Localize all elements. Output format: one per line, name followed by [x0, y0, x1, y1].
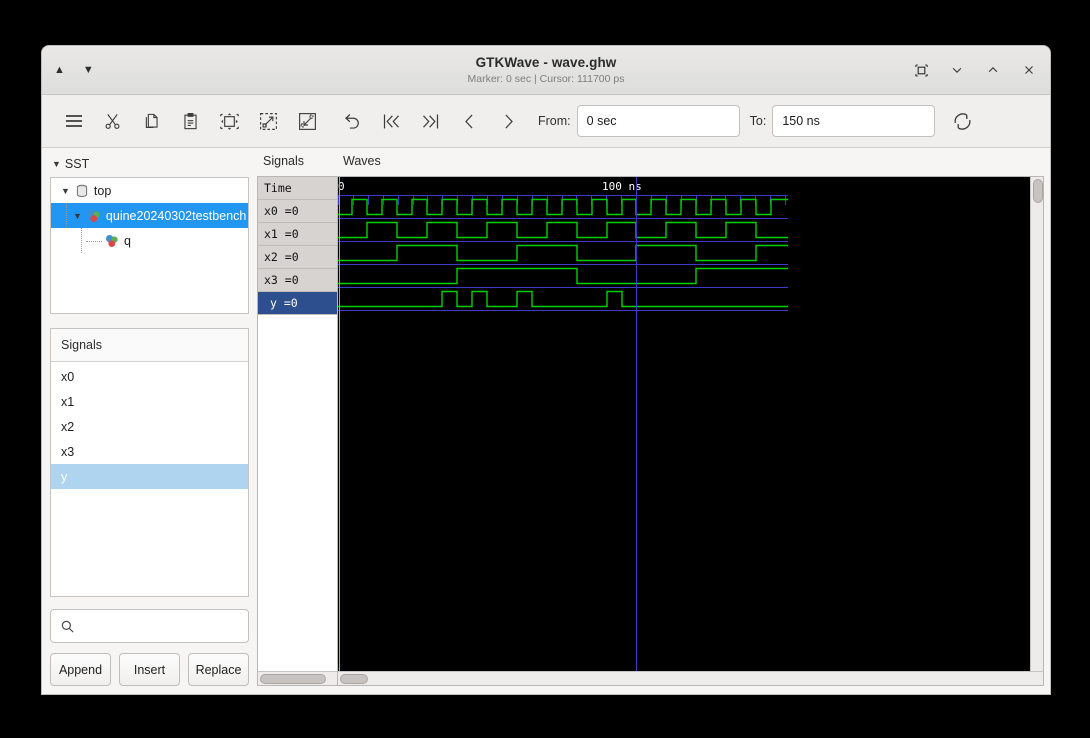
- tree-guide: [86, 240, 102, 242]
- screen-root: ▲ ▼ GTKWave - wave.ghw Marker: 0 sec | C…: [0, 0, 1090, 738]
- go-to-end-icon[interactable]: [411, 102, 450, 140]
- wave-horizontal-scrollbar[interactable]: [338, 671, 1043, 685]
- gtkwave-window: ▲ ▼ GTKWave - wave.ghw Marker: 0 sec | C…: [41, 45, 1051, 695]
- signals-list-header: Signals: [51, 329, 248, 362]
- action-buttons: Append Insert Replace: [50, 653, 249, 686]
- nav-up-icon[interactable]: ▲: [54, 64, 65, 76]
- sst-expander-icon[interactable]: ▼: [52, 159, 61, 169]
- previous-edge-icon[interactable]: [450, 102, 489, 140]
- waves-header: Waves: [343, 154, 381, 168]
- wave-canvas-column: 0 100 ns: [338, 176, 1044, 686]
- chevron-down-icon[interactable]: ▼: [61, 186, 70, 196]
- wave-names-empty-area: [258, 315, 337, 671]
- wave-row-x2[interactable]: x2 =0: [258, 246, 337, 269]
- tree-node-label: top: [93, 183, 112, 198]
- tree-node-top[interactable]: ▼ top: [51, 178, 248, 203]
- window-titlebar: ▲ ▼ GTKWave - wave.ghw Marker: 0 sec | C…: [42, 46, 1050, 95]
- signals-list-items: x0 x1 x2 x3 y: [51, 362, 248, 596]
- undo-icon[interactable]: [333, 102, 372, 140]
- wave-pane-headers: Signals Waves: [257, 154, 1044, 176]
- wave-signals-header: Signals: [263, 154, 304, 168]
- next-edge-icon[interactable]: [489, 102, 528, 140]
- insert-button[interactable]: Insert: [119, 653, 180, 686]
- tree-node-q[interactable]: q: [51, 228, 248, 253]
- instance-icon: [86, 208, 102, 224]
- sst-tree: ▼ top ▼ quine20240302testbench q: [50, 177, 249, 314]
- window-body: ▼ SST ▼ top ▼ quine20240302testbench q S…: [42, 148, 1050, 694]
- go-to-start-icon[interactable]: [372, 102, 411, 140]
- wave-pane-main: Time x0 =0 x1 =0 x2 =0 x3 =0 y =0 0 100 …: [257, 176, 1044, 686]
- tree-node-label: q: [124, 233, 131, 248]
- waveform-traces: [338, 195, 788, 311]
- list-item[interactable]: x1: [51, 389, 248, 414]
- main-toolbar: From: 0 sec To: 150 ns: [42, 95, 1050, 148]
- copy-icon[interactable]: [132, 102, 171, 140]
- tree-guide: [66, 203, 68, 228]
- window-subtitle: Marker: 0 sec | Cursor: 111700 ps: [467, 73, 625, 85]
- wave-vertical-scrollbar[interactable]: [1030, 177, 1043, 671]
- list-item[interactable]: x2: [51, 414, 248, 439]
- cursor-line[interactable]: [636, 177, 637, 671]
- to-input[interactable]: 150 ns: [772, 105, 936, 137]
- list-item-selected[interactable]: y: [51, 464, 248, 489]
- window-title: GTKWave - wave.ghw: [475, 55, 617, 70]
- maximize-icon[interactable]: [984, 61, 1002, 79]
- wave-signal-names: Time x0 =0 x1 =0 x2 =0 x3 =0 y =0: [257, 176, 338, 686]
- menu-icon[interactable]: [54, 102, 93, 140]
- wave-drawing-area[interactable]: 0 100 ns: [338, 177, 1043, 671]
- list-item[interactable]: x3: [51, 439, 248, 464]
- paste-icon[interactable]: [171, 102, 210, 140]
- module-icon: [74, 183, 90, 199]
- reload-icon[interactable]: [943, 102, 982, 140]
- chevron-down-icon[interactable]: ▼: [73, 211, 82, 221]
- zoom-in-icon[interactable]: [249, 102, 288, 140]
- from-input[interactable]: 0 sec: [576, 105, 740, 137]
- tree-node-label: quine20240302testbench: [105, 208, 247, 223]
- wave-row-x3[interactable]: x3 =0: [258, 269, 337, 292]
- instance-icon: [104, 233, 120, 249]
- cut-icon[interactable]: [93, 102, 132, 140]
- wave-name-rows: Time x0 =0 x1 =0 x2 =0 x3 =0 y =0: [258, 177, 337, 315]
- titlebar-nav-group: ▲ ▼: [54, 64, 214, 76]
- wave-row-y-selected[interactable]: y =0: [258, 292, 337, 315]
- wave-row-x1[interactable]: x1 =0: [258, 223, 337, 246]
- left-pane: ▼ SST ▼ top ▼ quine20240302testbench q S…: [42, 148, 255, 694]
- append-button[interactable]: Append: [50, 653, 111, 686]
- search-input[interactable]: [50, 609, 249, 643]
- zoom-fit-icon[interactable]: [210, 102, 249, 140]
- wave-pane: Signals Waves Time x0 =0 x1 =0 x2 =0 x3 …: [255, 148, 1050, 694]
- waveform-canvas[interactable]: 0 100 ns: [338, 177, 1030, 671]
- wave-row-time: Time: [258, 177, 337, 200]
- minimize-icon[interactable]: [948, 61, 966, 79]
- sst-label: SST: [64, 157, 90, 171]
- wave-row-x0[interactable]: x0 =0: [258, 200, 337, 223]
- restore-icon[interactable]: [912, 61, 930, 79]
- list-item[interactable]: x0: [51, 364, 248, 389]
- marker-line[interactable]: [339, 177, 340, 671]
- replace-button[interactable]: Replace: [188, 653, 249, 686]
- to-label: To:: [749, 114, 767, 128]
- names-horizontal-scrollbar[interactable]: [258, 671, 337, 685]
- search-icon: [60, 619, 75, 634]
- nav-down-icon[interactable]: ▼: [83, 64, 94, 76]
- signals-list-panel: Signals x0 x1 x2 x3 y: [50, 328, 249, 597]
- from-label: From:: [538, 114, 571, 128]
- tree-node-testbench[interactable]: ▼ quine20240302testbench: [51, 203, 248, 228]
- sst-header[interactable]: ▼ SST: [50, 154, 249, 174]
- close-icon[interactable]: [1020, 61, 1038, 79]
- window-controls: [912, 61, 1038, 79]
- zoom-out-icon[interactable]: [288, 102, 327, 140]
